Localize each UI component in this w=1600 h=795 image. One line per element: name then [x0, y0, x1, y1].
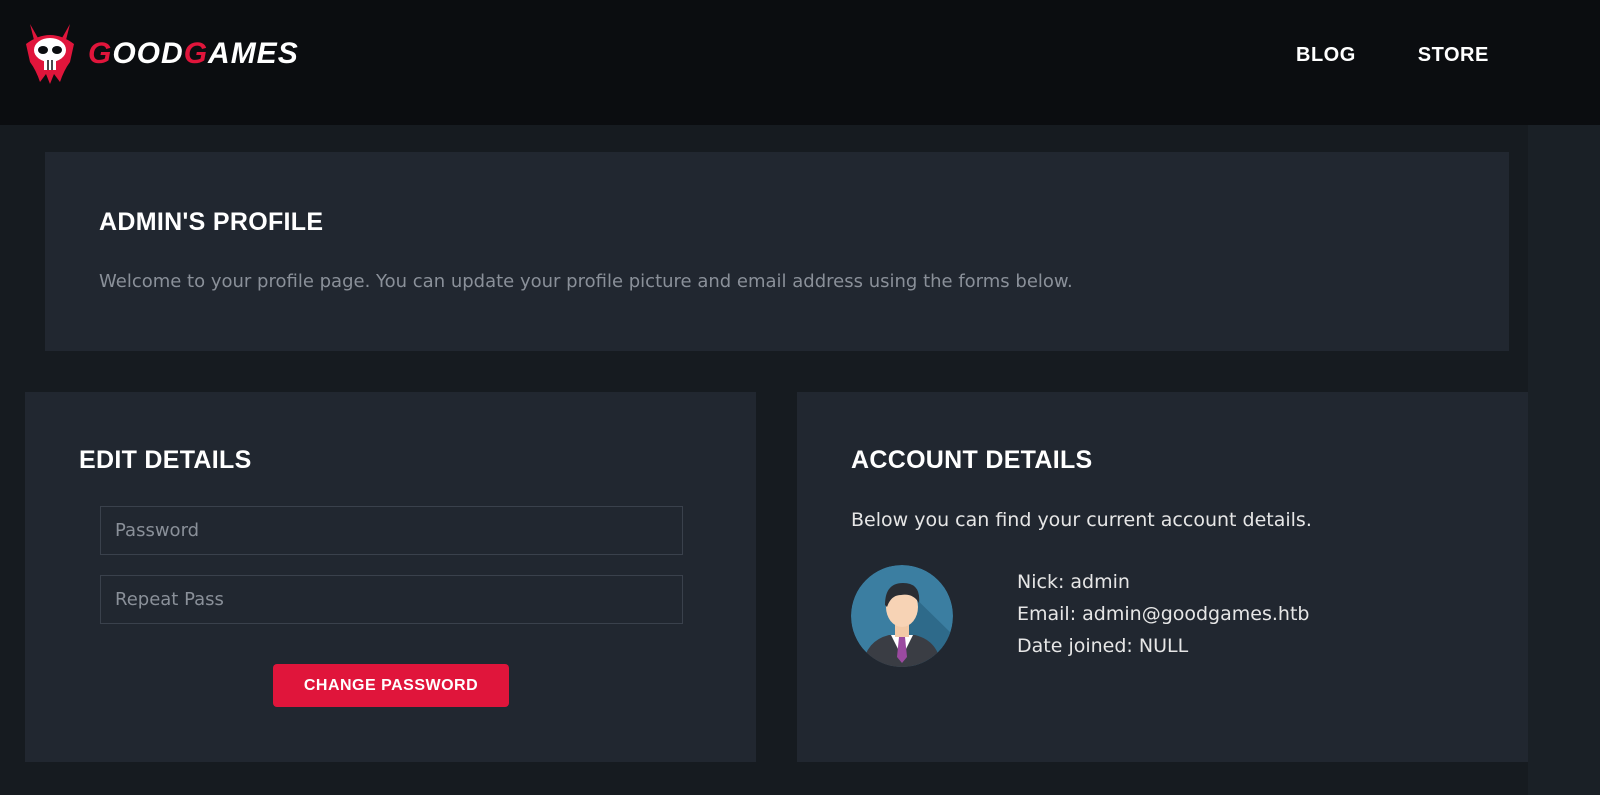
user-avatar-icon: [851, 565, 953, 667]
profile-header-panel: ADMIN'S PROFILE Welcome to your profile …: [45, 152, 1509, 351]
skull-logo-icon: [26, 24, 74, 84]
account-intro-text: Below you can find your current account …: [851, 509, 1312, 531]
page-title: ADMIN'S PROFILE: [99, 208, 324, 236]
repeat-password-input[interactable]: [100, 575, 683, 624]
right-gutter: [1528, 125, 1600, 795]
account-date-joined: Date joined: NULL: [1017, 635, 1189, 657]
main-nav: BLOG STORE: [1296, 40, 1489, 71]
edit-details-panel: EDIT DETAILS CHANGE PASSWORD: [25, 392, 756, 762]
top-navbar: GOODGAMES BLOG STORE: [0, 0, 1600, 125]
nav-blog-link[interactable]: BLOG: [1296, 40, 1356, 71]
account-email: Email: admin@goodgames.htb: [1017, 603, 1310, 625]
change-password-button[interactable]: CHANGE PASSWORD: [273, 664, 509, 707]
site-logo[interactable]: GOODGAMES: [24, 22, 299, 86]
account-details-panel: ACCOUNT DETAILS Below you can find your …: [797, 392, 1528, 762]
nav-store-link[interactable]: STORE: [1418, 40, 1489, 71]
site-logo-text: GOODGAMES: [88, 37, 299, 70]
password-input[interactable]: [100, 506, 683, 555]
edit-details-title: EDIT DETAILS: [79, 446, 252, 474]
account-details-title: ACCOUNT DETAILS: [851, 446, 1093, 474]
profile-description: Welcome to your profile page. You can up…: [99, 271, 1073, 292]
account-nick: Nick: admin: [1017, 571, 1130, 593]
